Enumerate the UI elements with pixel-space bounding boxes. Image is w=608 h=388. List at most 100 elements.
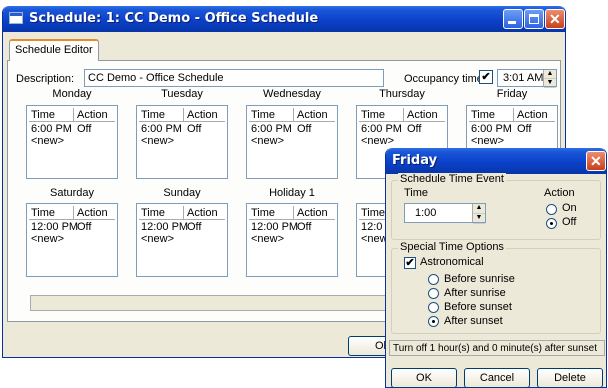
day-header: Friday (496, 88, 528, 100)
minimize-button[interactable] (503, 9, 523, 29)
close-button[interactable]: ✕ (545, 9, 565, 29)
day-schedule-list[interactable]: Time Action 6:00 PM Off <new> (26, 105, 118, 179)
entry-time[interactable]: 12:0 (361, 221, 382, 233)
status-text-box: Turn off 1 hour(s) and 0 minute(s) after… (389, 340, 605, 356)
time-column-header[interactable]: Time (31, 207, 55, 219)
action-column-header[interactable]: Action (187, 207, 218, 219)
new-entry[interactable]: <new> (471, 135, 504, 147)
new-entry[interactable]: <new> (251, 135, 284, 147)
new-entry[interactable]: <new> (361, 135, 394, 147)
entry-time[interactable]: 12:00 PM (141, 221, 188, 233)
delete-button[interactable]: Delete (537, 368, 603, 388)
action-column-header[interactable]: Action (77, 109, 108, 121)
entry-time[interactable]: 6:00 PM (471, 123, 512, 135)
dialog-title: Friday (392, 153, 438, 168)
special-time-options-group: Special Time Options ✔ Astronomical Befo… (391, 241, 601, 334)
tab-schedule-editor[interactable]: Schedule Editor (9, 39, 99, 61)
action-column-header[interactable]: Action (517, 109, 548, 121)
new-entry[interactable]: <new> (31, 233, 64, 245)
new-entry[interactable]: <new> (31, 135, 64, 147)
option-radio[interactable] (428, 316, 439, 327)
header-divider (249, 121, 335, 122)
occupancy-time-value: 3:01 AM (503, 72, 544, 84)
dialog-title-bar[interactable]: Friday ✕ (386, 148, 606, 174)
description-input[interactable]: CC Demo - Office Schedule (84, 69, 384, 87)
entry-action[interactable]: Off (297, 221, 311, 233)
on-radio[interactable] (546, 204, 557, 215)
option-radio[interactable] (428, 288, 439, 299)
day-schedule-list[interactable]: Time Action 12:00 PM Off <new> (136, 203, 228, 277)
day-schedule-list[interactable]: Time Action 12:00 PM Off <new> (26, 203, 118, 277)
day-schedule-list[interactable]: Time Action 12:00 PM Off <new> (246, 203, 338, 277)
entry-time[interactable]: 12:00 PM (31, 221, 78, 233)
special-time-options-title: Special Time Options (398, 241, 506, 253)
maximize-button[interactable] (524, 9, 544, 29)
maximize-icon (529, 14, 539, 24)
entry-action[interactable]: Off (517, 123, 531, 135)
off-radio[interactable] (546, 218, 557, 229)
column-divider[interactable] (293, 108, 294, 121)
column-divider[interactable] (73, 108, 74, 121)
occupancy-time-input[interactable]: 3:01 AM ▲ ▼ (497, 69, 557, 88)
column-divider[interactable] (513, 108, 514, 121)
time-input[interactable]: 1:00 ▲ ▼ (404, 203, 486, 224)
time-column-header[interactable]: Time (141, 207, 165, 219)
action-column-header[interactable]: Action (407, 109, 438, 121)
new-entry[interactable]: <new> (141, 233, 174, 245)
spin-down-icon[interactable]: ▼ (544, 79, 556, 88)
action-column-header[interactable]: Action (297, 207, 328, 219)
header-divider (469, 121, 555, 122)
day-schedule-list[interactable]: Time Action 6:00 PM Off <new> (136, 105, 228, 179)
time-column-header[interactable]: Time (361, 207, 385, 219)
spin-up-icon[interactable]: ▲ (473, 204, 485, 214)
astronomical-checkbox[interactable]: ✔ (404, 257, 416, 269)
new-entry[interactable]: <new> (251, 233, 284, 245)
column-divider[interactable] (183, 108, 184, 121)
action-column-header[interactable]: Action (187, 109, 218, 121)
day-header: Tuesday (161, 88, 203, 100)
time-column-header[interactable]: Time (361, 109, 385, 121)
entry-action[interactable]: Off (297, 123, 311, 135)
entry-action[interactable]: Off (407, 123, 421, 135)
option-radio[interactable] (428, 274, 439, 285)
spin-up-icon[interactable]: ▲ (544, 70, 556, 79)
option-radio[interactable] (428, 302, 439, 313)
entry-action[interactable]: Off (77, 123, 91, 135)
dialog-close-button[interactable]: ✕ (586, 151, 606, 171)
day-schedule-list[interactable]: Time Action 6:00 PM Off <new> (246, 105, 338, 179)
ok-button[interactable]: OK (391, 368, 457, 388)
entry-action[interactable]: Off (77, 221, 91, 233)
occupancy-spinner[interactable]: ▲ ▼ (543, 70, 556, 88)
action-column-header[interactable]: Action (297, 109, 328, 121)
new-entry[interactable]: <new> (141, 135, 174, 147)
column-divider[interactable] (403, 108, 404, 121)
title-bar[interactable]: Schedule: 1: CC Demo - Office Schedule ✕ (3, 6, 565, 32)
entry-time[interactable]: 6:00 PM (141, 123, 182, 135)
time-column-header[interactable]: Time (251, 109, 275, 121)
entry-time[interactable]: 6:00 PM (31, 123, 72, 135)
entry-time[interactable]: 6:00 PM (361, 123, 402, 135)
day-header: Thursday (379, 88, 425, 100)
day-header: Monday (52, 88, 92, 100)
column-divider[interactable] (73, 206, 74, 219)
entry-action[interactable]: Off (187, 123, 201, 135)
time-spinner[interactable]: ▲ ▼ (472, 204, 485, 224)
entry-time[interactable]: 12:00 PM (251, 221, 298, 233)
cancel-button[interactable]: Cancel (464, 368, 530, 388)
occupancy-checkbox[interactable]: ✔ (479, 70, 493, 84)
entry-action[interactable]: Off (187, 221, 201, 233)
tab-label: Schedule Editor (15, 44, 93, 56)
time-column-header[interactable]: Time (471, 109, 495, 121)
description-label: Description: (16, 73, 75, 85)
time-column-header[interactable]: Time (141, 109, 165, 121)
ok-button-label: OK (416, 372, 432, 384)
time-column-header[interactable]: Time (31, 109, 55, 121)
astronomical-label: Astronomical (420, 256, 484, 268)
entry-time[interactable]: 6:00 PM (251, 123, 292, 135)
time-column-header[interactable]: Time (251, 207, 275, 219)
schedule-time-event-group: Schedule Time Event Time 1:00 ▲ ▼ Action … (391, 173, 601, 240)
action-column-header[interactable]: Action (77, 207, 108, 219)
column-divider[interactable] (183, 206, 184, 219)
spin-down-icon[interactable]: ▼ (473, 214, 485, 224)
column-divider[interactable] (293, 206, 294, 219)
